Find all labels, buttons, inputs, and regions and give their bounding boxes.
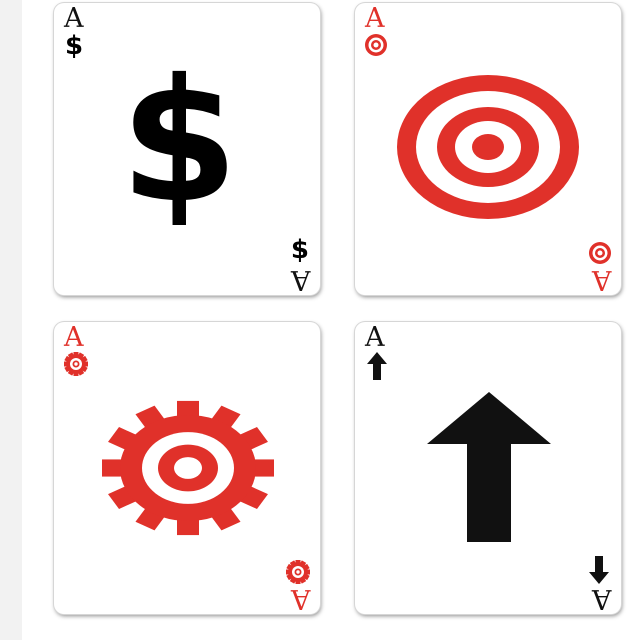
background-strip [0, 0, 22, 640]
card-rank-bottom: A [591, 264, 612, 295]
arrow-up-icon [589, 556, 609, 584]
gear-icon [102, 400, 274, 536]
card-rank-bottom: A [290, 264, 311, 295]
card-rank-bottom: A [591, 583, 612, 614]
card-ace-of-targets[interactable]: A A [355, 3, 621, 295]
card-rank-bottom: A [290, 583, 311, 614]
target-icon [365, 34, 387, 56]
arrow-up-icon [427, 392, 551, 542]
gear-icon [286, 560, 310, 584]
dollar-icon: $ [120, 43, 239, 241]
gear-icon [64, 352, 88, 376]
dollar-icon: $ [65, 31, 84, 61]
card-ace-of-arrows[interactable]: A A [355, 322, 621, 614]
card-rank-top: A [64, 322, 84, 353]
card-ace-of-gears[interactable]: A A [54, 322, 320, 614]
arrow-up-icon [367, 352, 387, 380]
target-icon [589, 242, 611, 264]
dollar-icon: $ [290, 235, 309, 265]
card-ace-of-dollars[interactable]: A $ $ $ A [54, 3, 320, 295]
target-icon [397, 75, 579, 219]
card-rank-top: A [365, 322, 385, 353]
card-rank-top: A [365, 3, 385, 34]
card-rank-top: A [64, 3, 84, 34]
